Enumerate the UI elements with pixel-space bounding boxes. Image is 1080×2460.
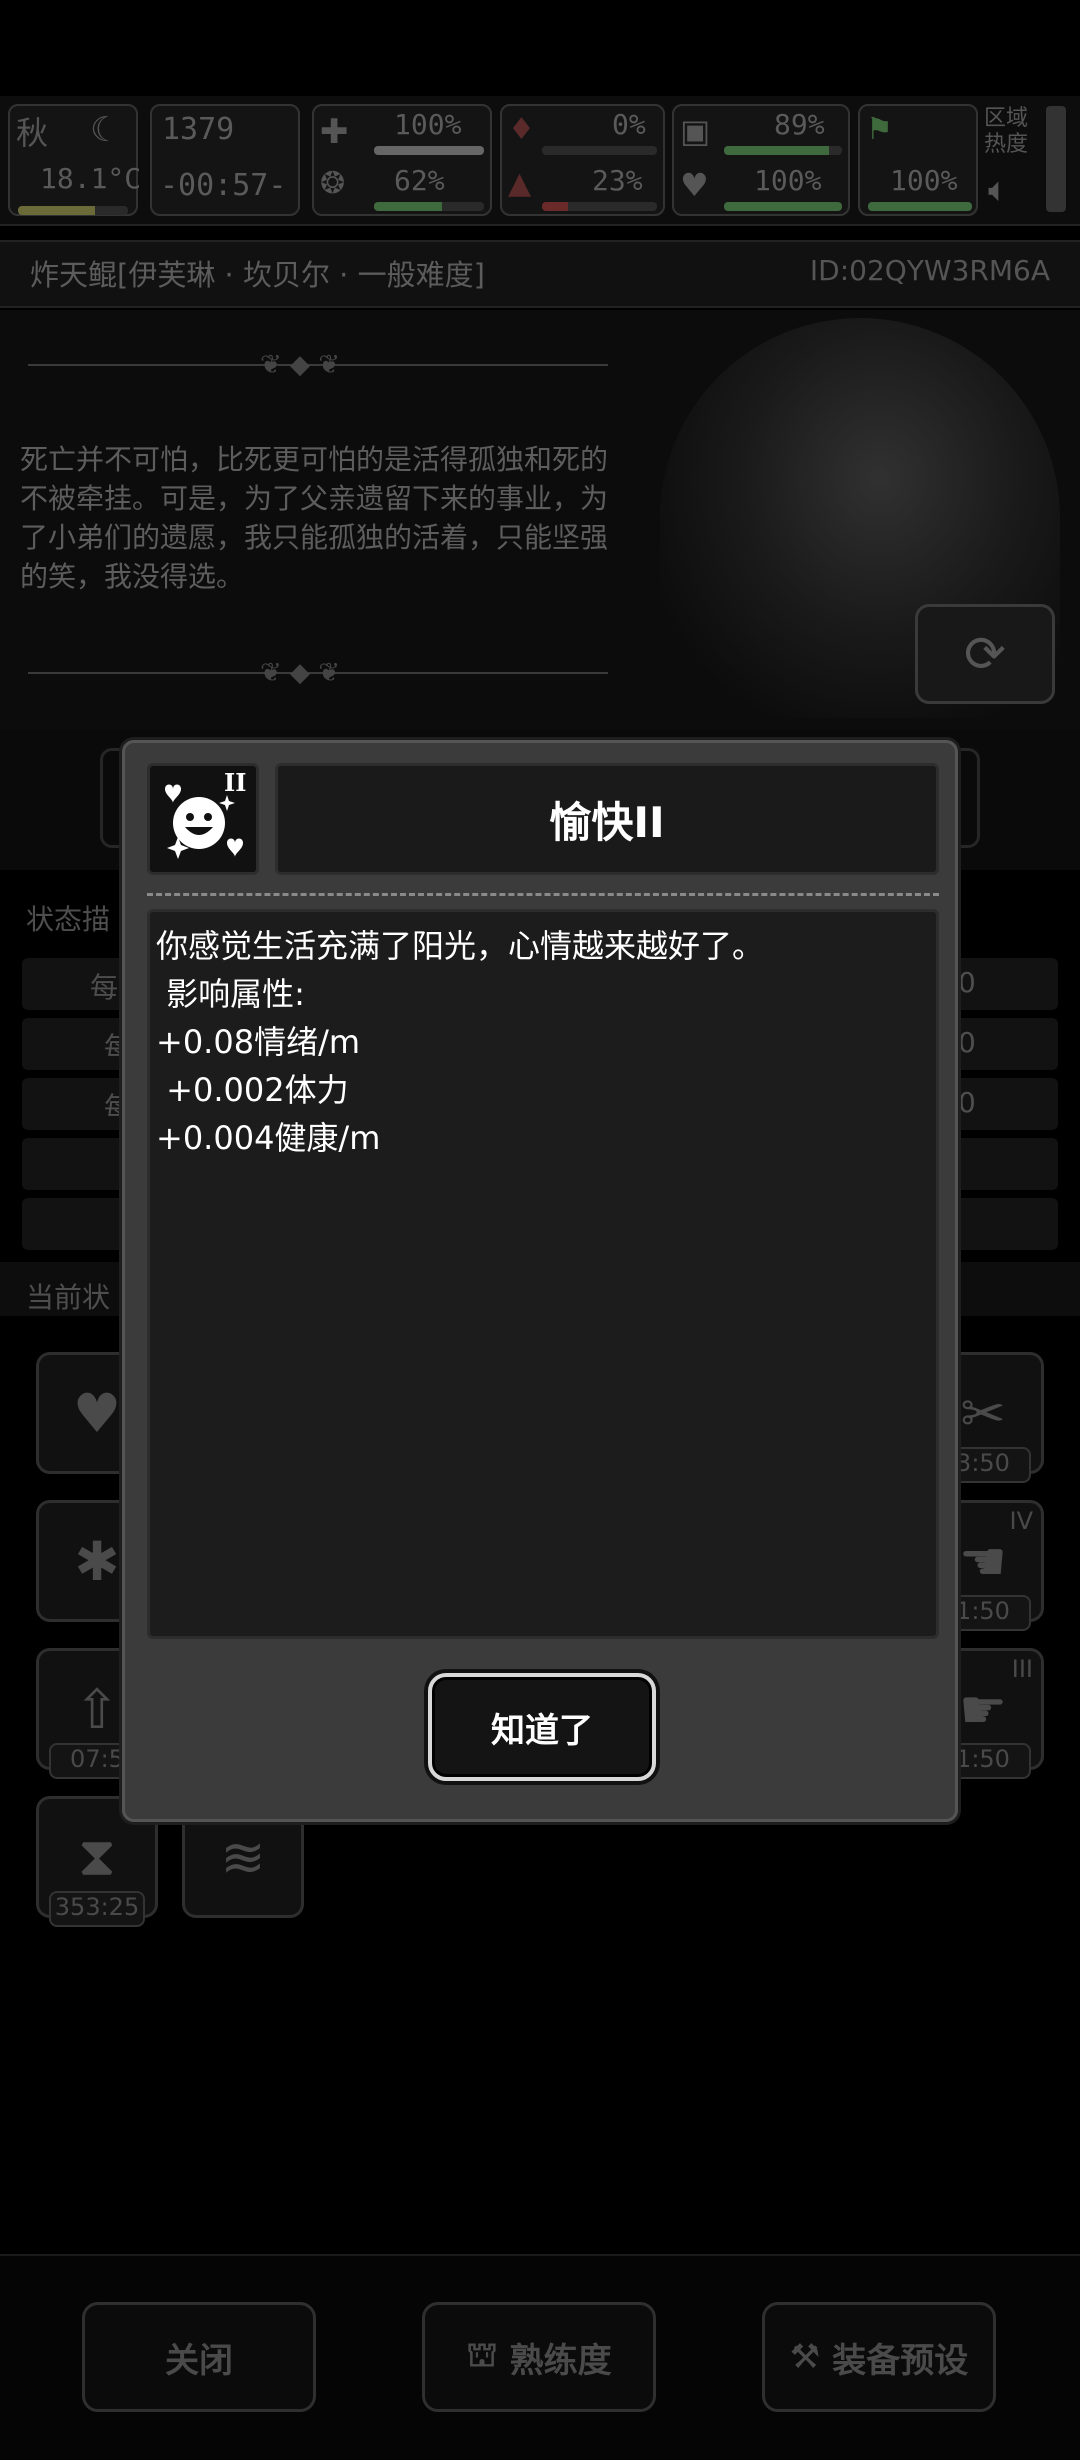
level-iii-badge: III [1011,1655,1033,1683]
day-counter: 1379 [162,112,235,147]
level-badge: II [224,768,247,797]
ornament-bottom-icon: ❦ ◆ ❦ [260,658,341,688]
foot-icon: ≋ [220,1825,266,1889]
swap-outfit-button[interactable]: ⟳ [915,604,1055,704]
exercise-figure-icon: ✱ [74,1529,120,1593]
stats-panel-4[interactable]: ⚑ 100% [858,104,978,216]
shirt-swap-icon: ⟳ [964,625,1006,683]
status-hud: 秋 ☾ 18.1°C 1379 -00:57- ✚ 100% ❂ 62% ♦ 0… [0,96,1080,226]
stat-stamina: 100% [890,164,958,197]
region-heat[interactable]: 区域热度 🔈︎ [984,106,1074,216]
happy-face-icon: II [147,763,259,875]
dialog-title: 愉快II [549,797,665,847]
proficiency-button[interactable]: ⛫ 熟练度 [422,2302,656,2412]
time-panel: 1379 -00:57- [150,104,300,216]
stats-panel-1[interactable]: ✚ 100% ❂ 62% [312,104,492,216]
equipment-icon: ⚒ [789,2337,821,2377]
speaker-icon[interactable]: 🔈︎ [988,170,1008,210]
current-status-label: 当前状 [26,1281,111,1314]
affected-attributes-label: 影响属性: [156,975,305,1013]
region-heat-label: 区域热度 [984,106,1029,157]
stats-panel-2[interactable]: ♦ 0% ▲ 23% [500,104,665,216]
season-label: 秋 [16,114,49,152]
character-id[interactable]: ID:02QYW3RM6A [810,254,1050,287]
syringe-icon: ✂ [960,1381,1006,1445]
effect-line-mood: +0.08情绪/m [156,1023,361,1061]
equipment-preset-button[interactable]: ⚒ 装备预设 [762,2302,996,2412]
status-row-1-value: 0 [958,966,976,999]
level-iv-badge: IV [1009,1507,1034,1535]
hourglass-icon: ⧗ [78,1825,116,1888]
effect-line-stamina: +0.002体力 [156,1071,349,1109]
dialog-body: 你感觉生活充满了阳光，心情越来越好了。 影响属性: +0.08情绪/m +0.0… [147,909,939,1639]
stat-hunger: 62% [394,164,445,197]
close-button[interactable]: 关闭 [82,2302,316,2412]
flag-icon: ⚑ [866,112,893,147]
stat-mood: 89% [774,108,825,141]
thermometer-icon: ▲ [508,166,532,201]
proficiency-button-label: 熟练度 [509,2340,612,2381]
ornament-top-icon: ❦ ◆ ❦ [260,350,341,380]
hand-icon: ☚ [958,1529,1008,1593]
equipment-preset-button-label: 装备预设 [832,2340,969,2381]
effect-line-health: +0.004健康/m [156,1119,381,1157]
status-row-1-label: 每 [90,971,119,1004]
blood-drop-icon: ♦ [508,112,535,147]
arrow-up-icon: ⇧ [74,1677,120,1741]
status-row-2-value: 0 [958,1026,976,1059]
status-desc-label: 状态描 [26,903,111,936]
stat-sanity: 100% [754,164,822,197]
stat-thirst: 23% [592,164,643,197]
status-effect-dialog: II 愉快II 你感觉生活充满了阳光，心情越来越好了。 影响属性: +0.08情… [122,740,958,1822]
status-row-3-value: 0 [958,1086,976,1119]
character-quote: 死亡并不可怕，比死更可怕的是活得孤独和死的不被牵挂。可是，为了父亲遗留下来的事业… [20,443,609,593]
character-title: 炸天鲲[伊芙琳 · 坎贝尔 · 一般难度] [30,258,485,292]
close-button-label: 关闭 [165,2340,233,2381]
ok-button-label: 知道了 [491,1710,593,1751]
heart-icon: ♥ [680,166,709,204]
moon-icon: ☾ [90,110,121,150]
dashed-divider [147,893,939,896]
lock-icon: ▣ [680,112,711,150]
region-heat-meter [1046,106,1066,212]
temperature-value: 18.1°C [40,162,142,195]
medkit-icon: ✚ [320,112,349,152]
status-slot-sleep-time: 353:25 [49,1891,145,1927]
stats-panel-3[interactable]: ▣ 89% ♥ 100% [672,104,850,216]
season-weather-panel[interactable]: 秋 ☾ 18.1°C [8,104,142,216]
ok-button[interactable]: 知道了 [428,1673,656,1781]
dialog-title-box: 愉快II [275,763,939,875]
heart-icon: ♥ [72,1381,122,1445]
clock-value: -00:57- [160,168,287,203]
hand-icon: ☛ [958,1677,1008,1741]
proficiency-icon: ⛫ [466,2334,498,2375]
stomach-icon: ❂ [320,166,346,201]
stat-bleed: 0% [612,108,646,141]
stat-health: 100% [394,108,462,141]
description-line: 你感觉生活充满了阳光，心情越来越好了。 [156,927,765,965]
